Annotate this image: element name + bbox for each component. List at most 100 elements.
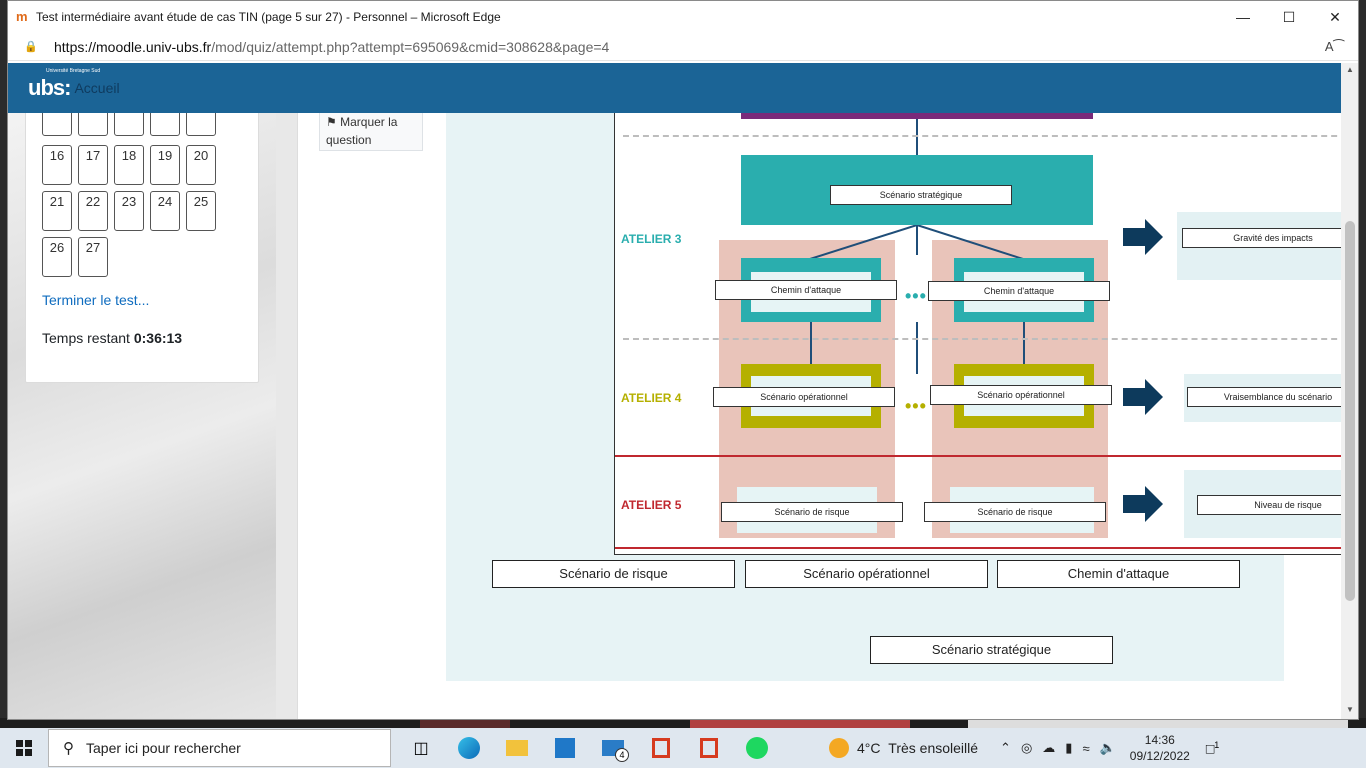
scroll-thumb[interactable] — [1345, 221, 1355, 601]
edge-icon[interactable] — [445, 728, 493, 768]
weather-widget[interactable]: 4°C Très ensoleillé — [829, 738, 978, 758]
attack-path-label[interactable]: Chemin d'attaque — [928, 281, 1110, 301]
risk-label[interactable]: Scénario de risque — [924, 502, 1106, 522]
operational-label[interactable]: Scénario opérationnel — [713, 387, 895, 407]
url-host: https://moodle.univ-ubs.fr — [54, 38, 212, 55]
page-scrollbar[interactable]: ▲ ▼ — [1341, 63, 1358, 719]
task-view-icon[interactable]: ◫ — [397, 728, 445, 768]
likelihood-label[interactable]: Vraisemblance du scénario — [1187, 387, 1341, 407]
read-aloud-icon[interactable]: A⁀ — [1325, 39, 1344, 55]
drag-item-attack-path[interactable]: Chemin d'attaque — [997, 560, 1240, 588]
finish-attempt-link[interactable]: Terminer le test... — [42, 292, 149, 308]
continuation-dots: ••• — [905, 286, 927, 306]
mail-badge: 4 — [615, 748, 629, 762]
notification-icon[interactable]: □1 — [1206, 740, 1219, 757]
minimize-button[interactable]: — — [1220, 1, 1266, 33]
atelier-5-label: ATELIER 5 — [621, 498, 682, 512]
wifi-icon[interactable]: ≈ — [1082, 741, 1089, 756]
question-button[interactable]: 25 — [186, 191, 216, 231]
home-link[interactable]: Accueil — [74, 80, 119, 96]
arrow-right-icon — [1123, 486, 1163, 522]
drag-drop-question: Scénario stratégique ATELIER 3 Chemin d'… — [446, 113, 1341, 681]
strategic-label[interactable]: Scénario stratégique — [830, 185, 1012, 205]
url-path: /mod/quiz/attempt.php?attempt=695069&cmi… — [211, 38, 610, 55]
arrow-right-icon — [1123, 379, 1163, 415]
question-button[interactable]: 27 — [78, 237, 108, 277]
connector — [1023, 322, 1025, 364]
scroll-down-icon[interactable]: ▼ — [1341, 705, 1358, 719]
question-button[interactable]: 16 — [42, 145, 72, 185]
attack-path-label[interactable]: Chemin d'attaque — [715, 280, 897, 300]
quiz-navigation-block: 11 12 13 14 15 16 17 18 19 20 21 22 23 2… — [25, 113, 259, 383]
spotify-icon[interactable] — [733, 728, 781, 768]
maximize-button[interactable]: ☐ — [1266, 1, 1312, 33]
search-icon: ⚲ — [63, 740, 74, 757]
quiz-timer: Temps restant 0:36:13 — [42, 330, 183, 346]
address-bar[interactable]: 🔒 https://moodle.univ-ubs.fr/mod/quiz/at… — [8, 33, 1358, 61]
close-button[interactable]: ✕ — [1312, 1, 1358, 33]
operational-label[interactable]: Scénario opérationnel — [930, 385, 1112, 405]
separator — [623, 338, 1341, 340]
start-button[interactable] — [0, 728, 48, 768]
page-content: 11 12 13 14 15 16 17 18 19 20 21 22 23 2… — [8, 113, 1341, 719]
connector — [916, 119, 918, 155]
ebios-diagram: Scénario stratégique ATELIER 3 Chemin d'… — [614, 113, 1341, 555]
file-explorer-icon[interactable] — [493, 728, 541, 768]
question-button[interactable]: 24 — [150, 191, 180, 231]
atelier-separator — [615, 547, 1341, 549]
store-icon[interactable] — [541, 728, 589, 768]
arrow-right-icon — [1123, 219, 1163, 255]
window-title: Test intermédiaire avant étude de cas TI… — [36, 10, 501, 24]
browser-window: m Test intermédiaire avant étude de cas … — [7, 0, 1359, 720]
moodle-navbar: Université Bretagne Sud ubs: Accueil — [8, 63, 1341, 113]
system-tray: ⌃ ◎ ☁ ▮ ≈ 🔈 — [1000, 740, 1116, 756]
scroll-up-icon[interactable]: ▲ — [1341, 65, 1358, 79]
question-button[interactable]: 22 — [78, 191, 108, 231]
title-bar: m Test intermédiaire avant étude de cas … — [8, 1, 1358, 33]
question-button[interactable]: 19 — [150, 145, 180, 185]
question-button[interactable]: 17 — [78, 145, 108, 185]
question-button[interactable]: 12 — [78, 113, 108, 136]
taskbar-search[interactable]: ⚲ Taper ici pour rechercher — [48, 729, 391, 767]
drag-item-operational-scenario[interactable]: Scénario opérationnel — [745, 560, 988, 588]
question-button[interactable]: 18 — [114, 145, 144, 185]
lock-icon[interactable]: 🔒 — [24, 40, 38, 54]
weather-sun-icon — [829, 738, 849, 758]
timer-value: 0:36:13 — [133, 330, 183, 346]
question-button[interactable]: 11 — [42, 113, 72, 136]
flag-question-button[interactable]: ⚑ Marquer la question — [319, 113, 423, 151]
atelier-separator — [615, 455, 1341, 457]
question-button[interactable]: 14 — [150, 113, 180, 136]
volume-icon[interactable]: 🔈 — [1100, 740, 1116, 756]
windows-icon — [16, 740, 32, 756]
question-button[interactable]: 23 — [114, 191, 144, 231]
mail-icon[interactable]: 4 — [589, 728, 637, 768]
question-button[interactable]: 20 — [186, 145, 216, 185]
flag-icon: ⚑ — [326, 115, 337, 129]
connector — [810, 322, 812, 364]
question-button[interactable]: 21 — [42, 191, 72, 231]
clock[interactable]: 14:36 09/12/2022 — [1130, 732, 1190, 764]
onedrive-icon[interactable]: ☁ — [1042, 740, 1055, 756]
continuation-dots: ••• — [905, 396, 927, 416]
question-button[interactable]: 26 — [42, 237, 72, 277]
atelier-4-label: ATELIER 4 — [621, 391, 682, 405]
drag-item-risk-scenario[interactable]: Scénario de risque — [492, 560, 735, 588]
chevron-up-icon[interactable]: ⌃ — [1000, 740, 1011, 756]
office-icon[interactable] — [637, 728, 685, 768]
moodle-favicon-icon: m — [16, 9, 28, 24]
windows-taskbar: ⚲ Taper ici pour rechercher ◫ 4 4°C Très… — [0, 728, 1366, 768]
question-button[interactable]: 15 — [186, 113, 216, 136]
risk-label[interactable]: Scénario de risque — [721, 502, 903, 522]
connector — [916, 322, 918, 374]
drag-item-strategic-scenario[interactable]: Scénario stratégique — [870, 636, 1113, 664]
meet-icon[interactable]: ◎ — [1021, 740, 1032, 756]
impact-label[interactable]: Gravité des impacts — [1182, 228, 1341, 248]
separator — [623, 135, 1341, 137]
question-button[interactable]: 13 — [114, 113, 144, 136]
risk-level-label[interactable]: Niveau de risque — [1197, 495, 1341, 515]
ubs-logo[interactable]: Université Bretagne Sud ubs: — [28, 68, 100, 101]
battery-icon[interactable]: ▮ — [1065, 740, 1072, 756]
office-alt-icon[interactable] — [685, 728, 733, 768]
question-region: ⚑ Marquer la question Scénario stratégiq… — [297, 113, 1341, 719]
